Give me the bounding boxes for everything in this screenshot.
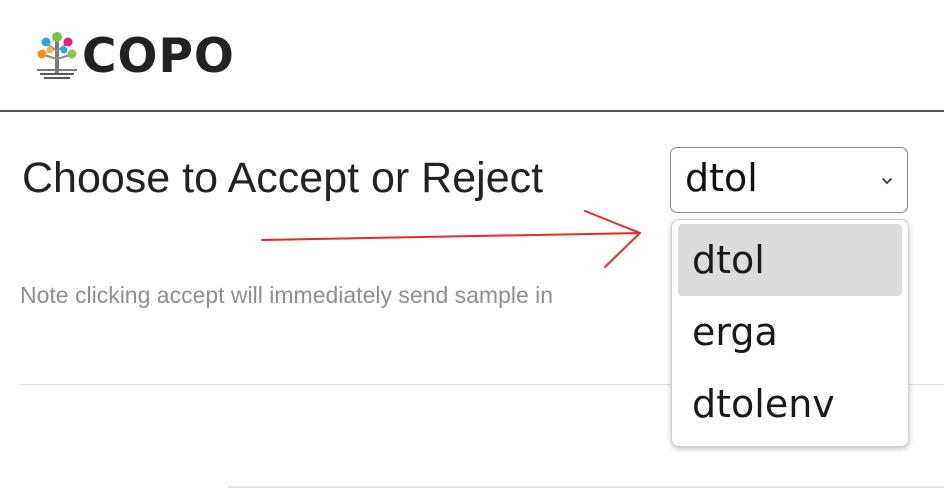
chevron-down-icon	[881, 177, 893, 185]
tree-logo-icon	[37, 32, 77, 79]
page-heading: Choose to Accept or Reject	[22, 154, 544, 202]
profile-type-select[interactable]: dtol	[670, 147, 908, 213]
select-dropdown-list[interactable]: dtol erga dtolenv	[671, 219, 909, 447]
page: COPO Choose to Accept or Reject dtol Not…	[0, 0, 944, 488]
annotation-arrow	[261, 210, 641, 268]
option-dtol[interactable]: dtol	[678, 224, 902, 296]
header: COPO	[0, 0, 944, 112]
note-text: Note clicking accept will immediately se…	[20, 282, 554, 308]
option-erga[interactable]: erga	[678, 296, 902, 368]
logo[interactable]: COPO	[34, 26, 235, 86]
option-dtolenv[interactable]: dtolenv	[678, 368, 902, 440]
select-value: dtol	[685, 156, 758, 200]
brand-name: COPO	[82, 28, 235, 84]
